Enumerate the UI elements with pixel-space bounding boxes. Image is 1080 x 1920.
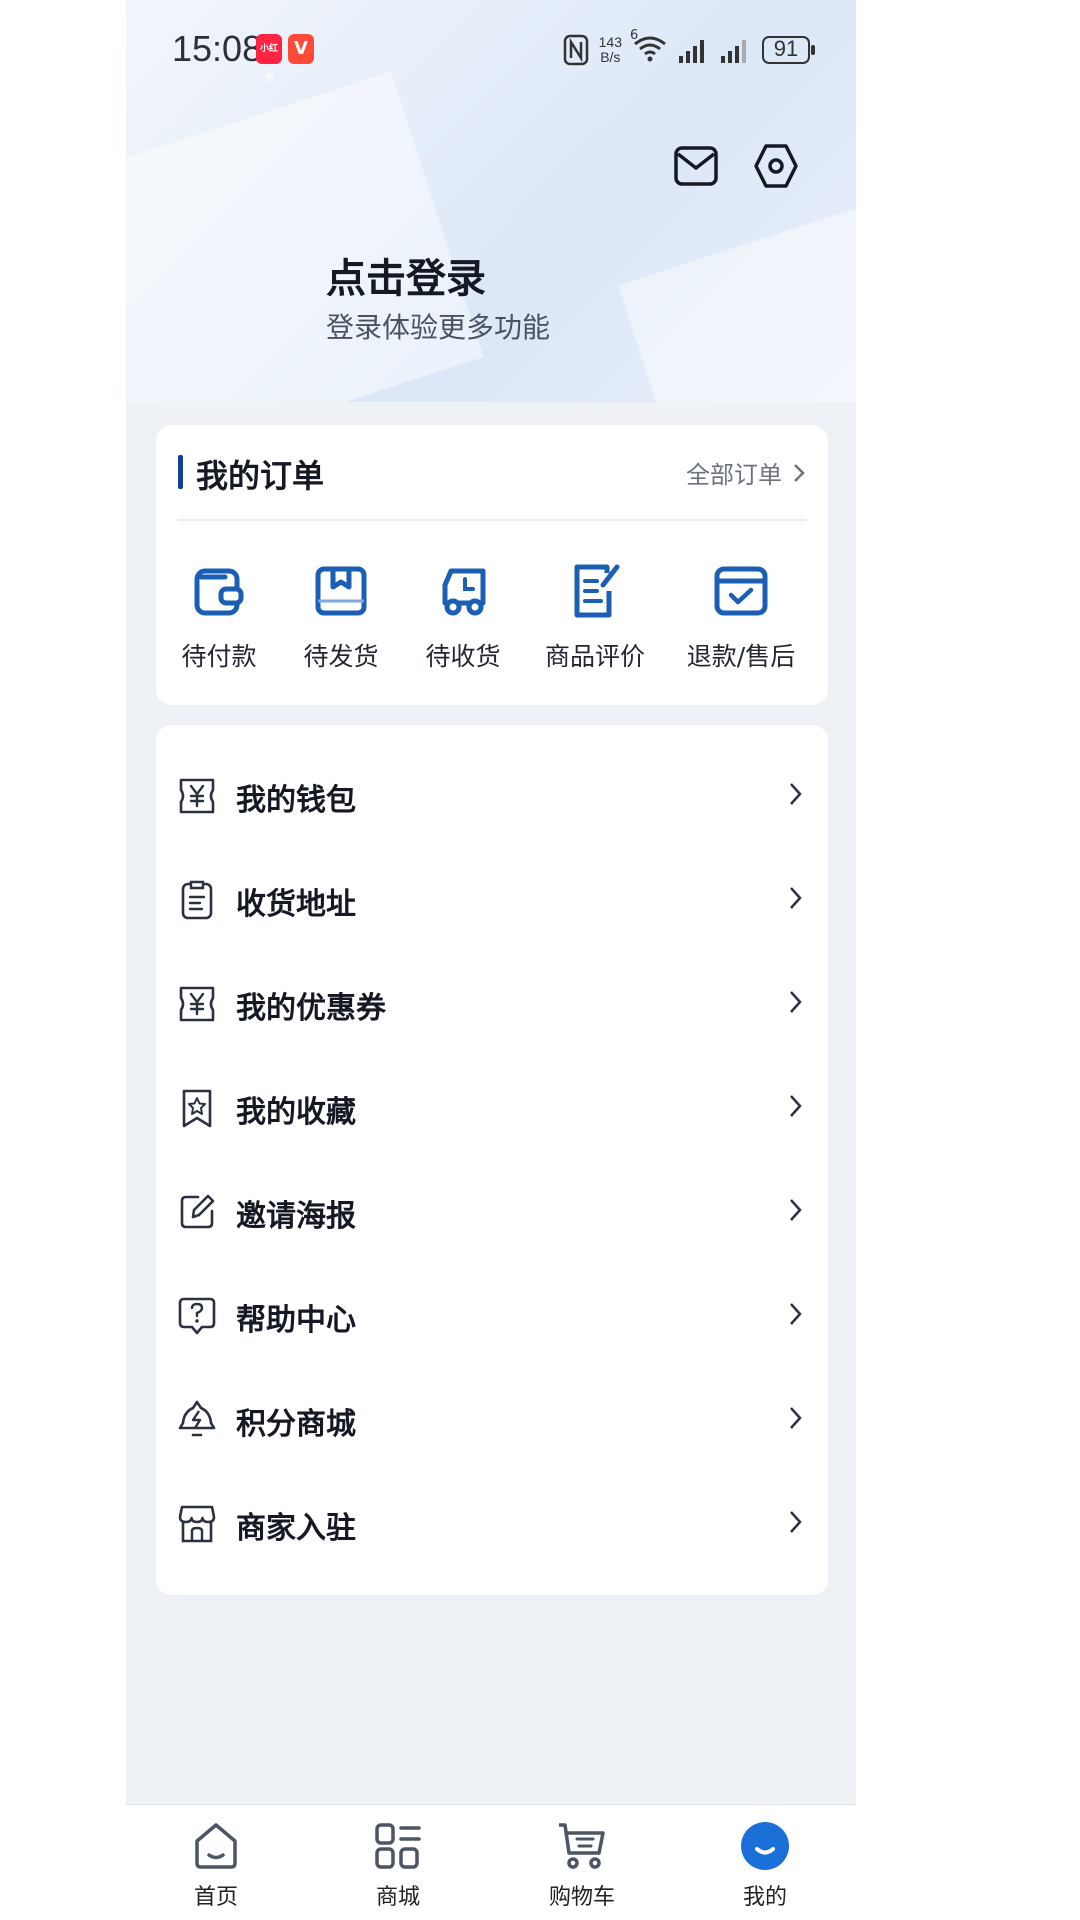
menu-item-label: 邀请海报	[236, 1199, 356, 1234]
chevron-right-icon	[790, 1511, 802, 1533]
title-accent-bar	[178, 455, 183, 489]
review-icon	[574, 564, 620, 618]
wallet-icon	[194, 568, 244, 616]
tab-label: 首页	[193, 1885, 238, 1910]
edit-icon	[180, 1194, 215, 1229]
phone-screen: 15:08 小红书 V 143 B/s 6 91 点击登录 登录体验更多功能 我…	[126, 0, 856, 1920]
bottom-tab-bar: 首页 商城 购物车 我的	[126, 1804, 856, 1920]
login-title[interactable]: 点击登录	[326, 246, 486, 304]
battery-icon: 91	[762, 36, 815, 64]
all-orders-label: 全部订单	[686, 461, 782, 489]
wifi-label: 6	[630, 28, 639, 43]
home-icon	[195, 1823, 237, 1869]
grid-icon	[375, 1823, 421, 1869]
xiaohongshu-badge-icon: 小红书	[256, 34, 282, 84]
package-icon	[315, 566, 367, 616]
net-speed-unit: B/s	[600, 49, 621, 65]
menu-item-label: 我的收藏	[236, 1095, 356, 1130]
menu-card: 我的钱包 收货地址 我的优惠券 我的收藏 邀请海报 帮助中心 积分商城 商家入驻	[156, 725, 828, 1595]
chevron-right-icon	[794, 463, 805, 482]
divider	[178, 519, 806, 521]
tab-home[interactable]: 首页	[156, 1819, 276, 1911]
menu-item-favorites[interactable]: 我的收藏	[156, 1055, 828, 1159]
tab-label: 商城	[375, 1885, 420, 1910]
menu-item-label: 收货地址	[236, 887, 356, 922]
net-speed: 143 B/s	[599, 35, 622, 65]
profile-header: 15:08 小红书 V 143 B/s 6 91 点击登录 登录体验更多功能	[126, 0, 856, 402]
tab-cart[interactable]: 购物车	[522, 1819, 642, 1911]
orders-card: 我的订单 全部订单 待付款 待发货 待收货 商品评价 退款/售后	[156, 425, 828, 705]
order-item-to-receive[interactable]: 待收货	[403, 563, 523, 673]
v-app-badge-icon: V	[288, 34, 314, 64]
menu-item-address[interactable]: 收货地址	[156, 847, 828, 951]
order-item-label: 待付款	[181, 642, 257, 671]
tab-label: 购物车	[548, 1885, 615, 1910]
signal-icon	[679, 40, 704, 63]
order-item-label: 商品评价	[544, 642, 645, 671]
status-bar: 15:08 小红书 V 143 B/s 6 91	[126, 0, 856, 100]
menu-item-label: 积分商城	[236, 1407, 356, 1442]
menu-item-help-center[interactable]: 帮助中心	[156, 1263, 828, 1367]
order-item-refund[interactable]: 退款/售后	[681, 563, 801, 673]
help-icon	[178, 1297, 216, 1335]
cart-icon	[559, 1823, 605, 1869]
truck-icon	[442, 568, 486, 616]
order-item-review[interactable]: 商品评价	[535, 563, 655, 673]
menu-item-points-mall[interactable]: 积分商城	[156, 1367, 828, 1471]
menu-item-coupons[interactable]: 我的优惠券	[156, 951, 828, 1055]
menu-item-label: 帮助中心	[236, 1303, 356, 1338]
profile-icon	[741, 1822, 789, 1870]
chevron-right-icon	[790, 1095, 802, 1117]
net-speed-value: 143	[598, 34, 622, 50]
tab-label: 我的	[742, 1885, 787, 1910]
status-time: 15:08	[172, 28, 263, 69]
header-decoration	[126, 71, 484, 402]
coupon-icon	[179, 986, 215, 1022]
chevron-right-icon	[790, 783, 802, 805]
chevron-right-icon	[790, 887, 802, 909]
order-item-label: 退款/售后	[686, 642, 796, 671]
chevron-right-icon	[790, 1407, 802, 1429]
header-decoration	[618, 205, 856, 402]
wifi-group: 6	[630, 28, 668, 66]
menu-item-label: 我的优惠券	[236, 991, 386, 1026]
menu-item-wallet[interactable]: 我的钱包	[156, 743, 828, 847]
refund-icon	[714, 566, 768, 616]
order-item-to-ship[interactable]: 待发货	[281, 563, 401, 673]
tab-mall[interactable]: 商城	[338, 1819, 458, 1911]
login-subtitle[interactable]: 登录体验更多功能	[326, 306, 550, 346]
signal-icon	[721, 40, 746, 63]
order-item-label: 待收货	[425, 642, 501, 671]
tab-profile[interactable]: 我的	[705, 1819, 825, 1911]
menu-item-invite-poster[interactable]: 邀请海报	[156, 1159, 828, 1263]
chevron-right-icon	[790, 991, 802, 1013]
nfc-icon	[563, 34, 588, 66]
store-icon	[178, 1505, 216, 1543]
status-icons: 143 B/s 6 91	[563, 28, 815, 70]
bookmark-star-icon	[182, 1089, 212, 1128]
menu-item-merchant-join[interactable]: 商家入驻	[156, 1471, 828, 1575]
clipboard-icon	[181, 880, 213, 920]
orders-title: 我的订单	[196, 457, 325, 495]
menu-item-label: 我的钱包	[236, 783, 356, 818]
chevron-right-icon	[790, 1303, 802, 1325]
chevron-right-icon	[790, 1199, 802, 1221]
points-icon	[178, 1400, 216, 1437]
all-orders-link[interactable]: 全部订单	[686, 455, 806, 490]
yuan-icon	[179, 778, 215, 814]
order-item-pending-payment[interactable]: 待付款	[159, 563, 279, 673]
settings-icon[interactable]	[752, 142, 800, 190]
mail-icon[interactable]	[672, 142, 720, 190]
order-item-label: 待发货	[303, 642, 379, 671]
menu-item-label: 商家入驻	[236, 1511, 356, 1546]
